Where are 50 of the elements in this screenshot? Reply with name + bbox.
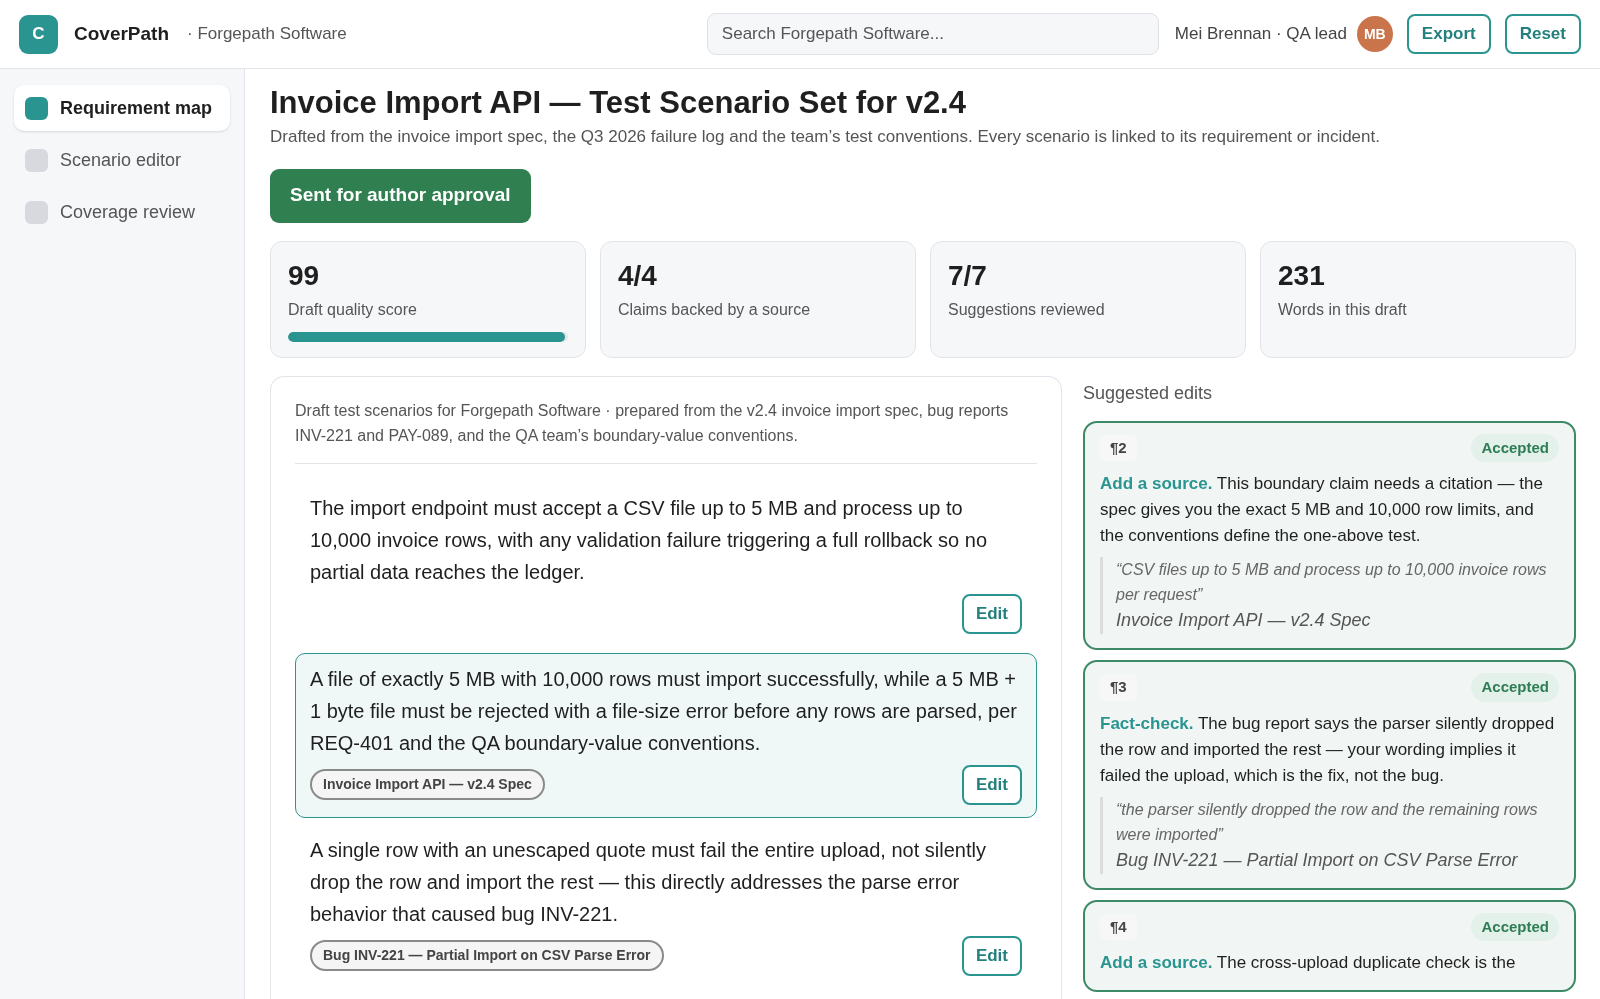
suggestion-card[interactable]: [1083, 420, 1576, 650]
suggestion-card[interactable]: ¶4 Accepted Add a source. The cross-upload duplicate check is the: [1083, 899, 1576, 992]
quote-source: Invoice Import API — v2.4 Spec: [1116, 609, 1372, 632]
user-avatar[interactable]: MB: [1356, 16, 1393, 52]
stat-value: 231: [1278, 258, 1326, 293]
stat-label: Draft quality score: [288, 299, 418, 320]
app-name: CoverPath: [74, 21, 170, 46]
search-field[interactable]: Search Forgepath Software...: [706, 13, 1159, 55]
status-badge: Accepted: [1471, 673, 1559, 702]
header-button[interactable]: Reset: [1504, 14, 1581, 54]
paragraph-ref: ¶2: [1100, 434, 1137, 461]
scenario-paragraph[interactable]: [295, 652, 1037, 818]
stat-label: Words in this draft: [1278, 299, 1408, 320]
paragraph-ref: ¶3: [1100, 674, 1137, 701]
source-tag: Invoice Import API — v2.4 Spec: [310, 769, 545, 800]
user-name: Mei Brennan · QA lead: [1174, 23, 1347, 46]
page-subtitle: Drafted from the invoice import spec, the Q3 2026 failure log and the team’s test conventions. Every scenario is linked to its requirement or incident.: [270, 126, 1381, 148]
suggestion-card[interactable]: [1083, 660, 1576, 890]
stat-label: Suggestions reviewed: [948, 299, 1106, 320]
stat-label: Claims backed by a source: [618, 299, 812, 320]
page-title: Invoice Import API — Test Scenario Set for v2.4: [270, 84, 967, 122]
stat-value: 99: [288, 258, 321, 293]
sidebar-item[interactable]: Scenario editor: [14, 137, 230, 183]
status-button[interactable]: Sent for author approval: [270, 168, 531, 223]
sidebar-item[interactable]: Coverage review: [14, 189, 230, 235]
sidebar-item[interactable]: Requirement map: [14, 85, 230, 131]
suggestion-text: Fact-check. The bug report says the parser silently dropped the row and imported the rest — your wording implies it failed the upload, which is the fix, not the bug.: [1100, 712, 1556, 787]
edit-button[interactable]: Edit: [961, 935, 1022, 976]
workspace-name: · Forgepath Software: [187, 23, 347, 46]
stat-value: 4/4: [618, 258, 658, 293]
edit-button[interactable]: Edit: [961, 593, 1022, 634]
paragraph-text: A file of exactly 5 MB with 10,000 rows must import successfully, while a 5 MB + 1 byte file must be rejected with a file-size error before any rows are parsed, per REQ-401 and the QA boundary-value conventions.: [310, 666, 1018, 756]
app-logo: C: [19, 14, 58, 54]
draft-intro: Draft test scenarios for Forgepath Software · prepared from the v2.4 invoice import spec, bug reports INV-221 and PAY-089, and the QA team’s boundary-value conventions.: [295, 397, 1037, 464]
stat-value: 7/7: [948, 258, 988, 293]
suggestion-text: Add a source. The cross-upload duplicate check is the: [1100, 952, 1517, 974]
header-button[interactable]: Export: [1406, 14, 1491, 54]
paragraph-text: A single row with an unescaped quote must fail the entire upload, not silently drop the row and import the rest — this directly addresses the parse error behavior that caused bug INV-221.: [310, 837, 987, 927]
scenario-paragraph[interactable]: The import endpoint must accept a CSV file up to 5 MB and process up to 10,000 invoice rows, with any validation failure triggering a full rollback so no partial data reaches the ledger. Edit: [295, 481, 1037, 647]
paragraph-text: The import endpoint must accept a CSV file up to 5 MB and process up to 10,000 invoice rows, with any validation failure triggering a full rollback so no partial data reaches the ledger.: [310, 495, 989, 585]
suggestion-text: Add a source. This boundary claim needs a citation — the spec gives you the exact 5 MB and 10,000 row limits, and the conventions define the one-above test.: [1100, 473, 1544, 547]
quote-text: “the parser silently dropped the row and the remaining rows were imported”: [1116, 799, 1539, 845]
paragraph-ref: ¶4: [1100, 913, 1137, 940]
status-badge: Accepted: [1471, 433, 1559, 462]
edit-button[interactable]: Edit: [961, 764, 1022, 805]
suggestions-title: Suggested edits: [1083, 381, 1214, 405]
status-badge: Accepted: [1471, 912, 1559, 941]
quote-text: “CSV files up to 5 MB and process up to 10,000 invoice rows per request”: [1116, 560, 1548, 605]
quote-source: Bug INV-221 — Partial Import on CSV Parse Error: [1116, 848, 1519, 872]
source-tag: Bug INV-221 — Partial Import on CSV Parse Error: [310, 940, 664, 971]
